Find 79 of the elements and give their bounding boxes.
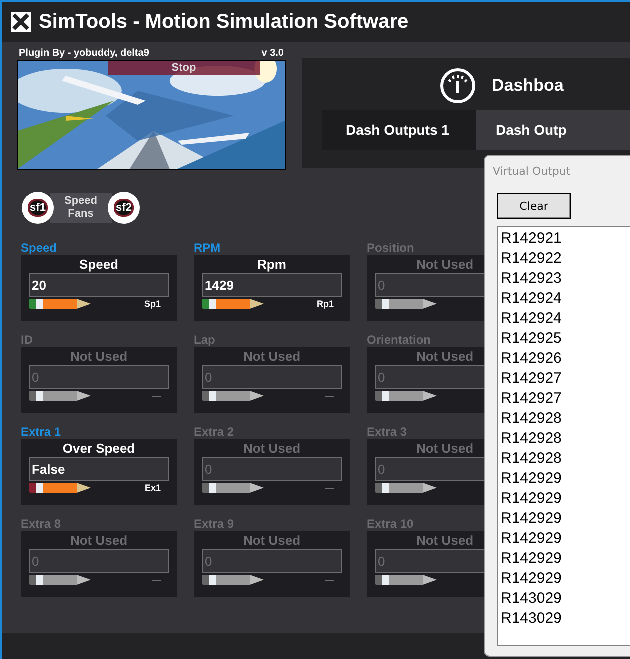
dashboard-title: Dashboa (492, 76, 564, 96)
channel-readout: — (325, 483, 335, 493)
channel-label: RPM (194, 241, 222, 255)
channel-readout: Sp1 (144, 299, 162, 309)
output-line: R142924 (501, 309, 563, 329)
fan-toggle[interactable]: sf1 (22, 192, 54, 224)
channel-name: Not Used (416, 441, 474, 457)
pencil-icon (209, 391, 264, 401)
channel-readout: — (152, 391, 162, 401)
channel-name: Not Used (416, 257, 474, 273)
channel-label: Extra 1 (21, 425, 62, 439)
value-field[interactable]: 1429 (202, 273, 342, 297)
channel-readout: — (325, 391, 335, 401)
pencil-cap (202, 483, 209, 493)
speed-fans-label: Speed Fans (50, 193, 112, 223)
value-field[interactable]: False (29, 457, 169, 481)
channel-label: Extra 9 (194, 517, 236, 531)
channel-readout: — (325, 575, 335, 585)
channel-readout: Rp1 (316, 299, 335, 309)
pencil-cap (375, 391, 382, 401)
pencil-icon (36, 391, 91, 401)
channel-label: Extra 8 (21, 517, 62, 531)
plugin-author: Plugin By - yobuddy, delta9 (19, 48, 150, 60)
fan-toggle[interactable]: sf2 (108, 192, 140, 224)
pencil-cap (375, 483, 382, 493)
channel-label: Lap (194, 333, 216, 347)
channel-name: Not Used (243, 533, 301, 549)
output-line: R143029 (501, 589, 563, 609)
pencil-icon (209, 299, 264, 309)
pencil-cap (29, 575, 36, 585)
pencil-icon (382, 391, 437, 401)
plugin-version: v 3.0 (262, 48, 284, 60)
output-line: R142929 (501, 509, 563, 529)
channel-readout: Ex1 (144, 483, 162, 493)
pencil-icon (382, 299, 437, 309)
output-line: R142928 (501, 409, 563, 429)
channel-label: Extra 2 (194, 425, 236, 439)
value-field[interactable]: 20 (29, 273, 169, 297)
channel-readout: — (152, 575, 162, 585)
output-line: R142922 (501, 249, 563, 269)
channel-name: Not Used (70, 349, 128, 365)
pencil-icon (36, 299, 91, 309)
pencil-icon (382, 575, 437, 585)
channel-name: Over Speed (62, 441, 136, 457)
pencil-icon (36, 483, 91, 493)
output-line: R142929 (501, 489, 563, 509)
pencil-icon (36, 575, 91, 585)
output-line: R142929 (501, 529, 563, 549)
dash-tab[interactable]: Dash Outputs 1 (322, 110, 476, 150)
pencil-icon (209, 575, 264, 585)
gauge-icon (440, 68, 476, 104)
channel-name: Rpm (258, 257, 286, 273)
channel-name: Not Used (416, 349, 474, 365)
pencil-icon (209, 483, 264, 493)
output-line: R142921 (501, 229, 563, 249)
channel-name: Not Used (243, 441, 301, 457)
channel-name: Not Used (416, 533, 474, 549)
clear-button[interactable]: Clear (497, 193, 571, 219)
pencil-cap (202, 575, 209, 585)
dialog-title: Virtual Output (493, 165, 571, 178)
channel-name: Not Used (70, 533, 128, 549)
output-line: R142927 (501, 389, 563, 409)
channel-label: Speed (21, 241, 58, 255)
output-line: R142928 (501, 429, 563, 449)
dash-tab[interactable]: Dash Outp (476, 110, 630, 150)
output-line: R142925 (501, 329, 563, 349)
channel-name: Not Used (243, 349, 301, 365)
stop-button[interactable]: Stop (108, 61, 260, 75)
window-title: SimTools - Motion Simulation Software (39, 10, 409, 34)
pencil-icon (382, 483, 437, 493)
pencil-cap (375, 299, 382, 309)
channel-label: ID (21, 333, 34, 347)
channel-name: Speed (79, 257, 118, 273)
channel-label: Position (367, 241, 416, 255)
pencil-cap (202, 391, 209, 401)
pencil-cap (375, 575, 382, 585)
logo-icon (11, 12, 31, 32)
output-line: R143029 (501, 609, 563, 629)
pencil-cap (29, 391, 36, 401)
